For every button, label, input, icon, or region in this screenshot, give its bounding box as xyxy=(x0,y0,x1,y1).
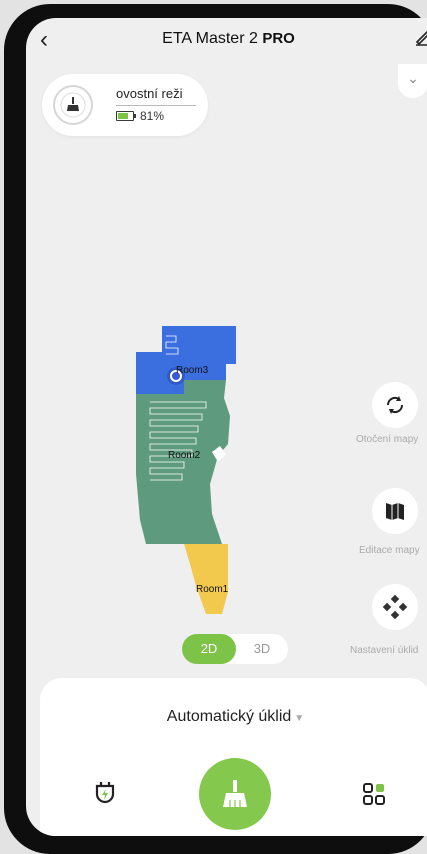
cleaning-settings-label: Nastavení úklid xyxy=(350,645,419,656)
edit-pen-icon[interactable] xyxy=(414,26,427,52)
device-title: ETA Master 2 PRO xyxy=(26,30,427,48)
mode-progress-ring xyxy=(53,85,93,125)
edit-map-button[interactable] xyxy=(372,488,418,534)
device-name: ETA Master 2 xyxy=(162,30,258,47)
cleaning-mode-select[interactable]: Automatický úklid ▼ xyxy=(40,708,427,726)
diamond-grid-icon xyxy=(382,594,408,620)
app-header: ‹ ETA Master 2 PRO xyxy=(26,18,427,62)
edit-map-label: Editace mapy xyxy=(359,545,420,556)
mode-divider xyxy=(116,105,196,106)
room-label: Room1 xyxy=(196,584,229,595)
view-2d-option[interactable]: 2D xyxy=(182,634,236,664)
collapse-toggle[interactable]: ⌄ xyxy=(398,64,427,98)
rotate-map-button[interactable] xyxy=(372,382,418,428)
caret-down-icon: ▼ xyxy=(294,713,305,724)
chevron-down-icon: ⌄ xyxy=(407,70,419,86)
pro-badge: PRO xyxy=(262,30,295,47)
rotate-icon xyxy=(386,396,404,414)
room-label: Room3 xyxy=(176,365,209,376)
broom-icon xyxy=(223,780,247,807)
bottom-control-panel: Automatický úklid ▼ xyxy=(40,678,427,836)
battery-icon xyxy=(116,111,136,121)
shield-plug-icon[interactable] xyxy=(92,780,118,806)
battery-percent: 81% xyxy=(140,109,165,123)
rotate-map-label: Otočení mapy xyxy=(356,434,419,445)
start-cleaning-button[interactable] xyxy=(199,758,271,830)
phone-frame: ‹ ETA Master 2 PRO ovostní reži 81% ⌄ Ro… xyxy=(4,4,427,854)
cleaning-mode-label: Automatický úklid xyxy=(166,708,292,725)
room-1-area xyxy=(184,544,228,614)
cleaning-settings-button[interactable] xyxy=(372,584,418,630)
map-icon xyxy=(386,503,404,520)
apps-grid-icon[interactable] xyxy=(362,782,386,806)
view-toggle: 2D 3D xyxy=(182,634,288,664)
room-label: Room2 xyxy=(168,450,201,461)
mode-label: ovostní reži xyxy=(116,86,183,101)
app-screen: ‹ ETA Master 2 PRO ovostní reži 81% ⌄ Ro… xyxy=(26,18,427,836)
device-status-card[interactable]: ovostní reži 81% xyxy=(42,74,208,136)
view-3d-option[interactable]: 3D xyxy=(236,634,288,664)
